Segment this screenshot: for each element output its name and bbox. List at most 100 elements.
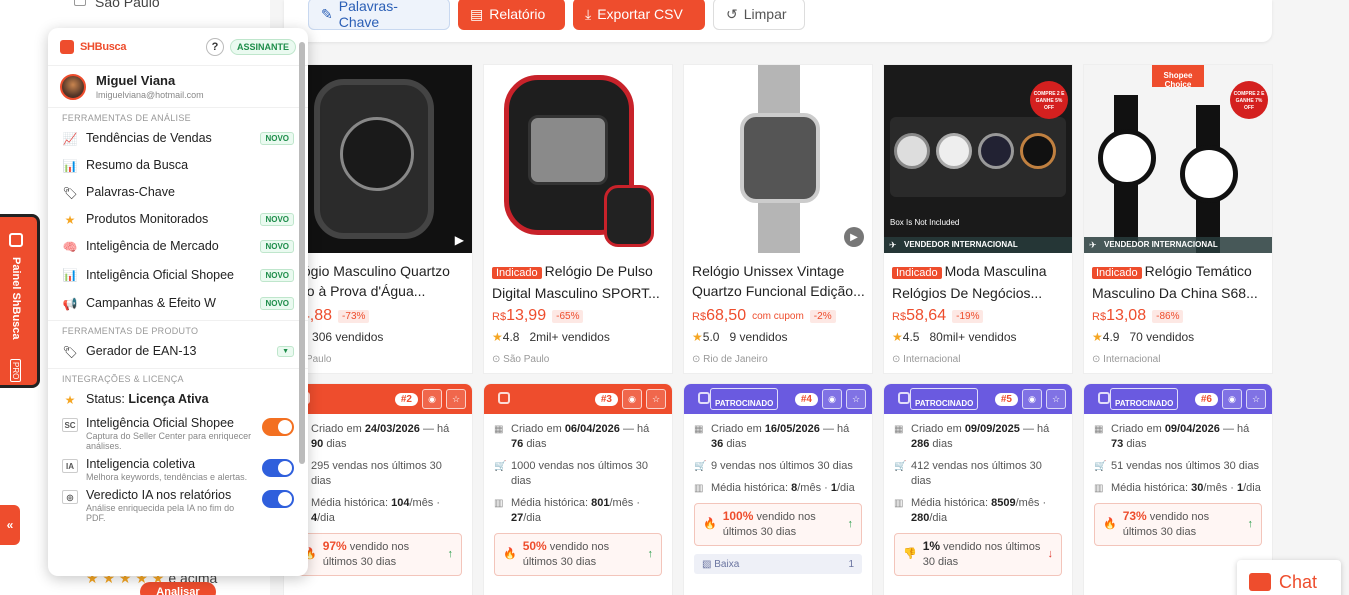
panel-item-label: Palavras-Chave	[86, 185, 175, 199]
panel-item-analysis[interactable]: 📊 Resumo da Busca	[48, 152, 308, 179]
coupon-label: com cupom	[752, 310, 804, 322]
report-button[interactable]: ▤ Relatório	[458, 0, 565, 30]
analyze-button[interactable]: Analisar	[140, 582, 216, 595]
avg-day: 27	[511, 512, 524, 524]
bag-icon	[898, 392, 910, 404]
sold-percentage: 50%	[522, 539, 547, 553]
day-label: /dia	[317, 512, 335, 524]
export-button-label: Exportar CSV	[597, 6, 683, 22]
new-badge: NOVO	[260, 268, 294, 282]
seller-icon[interactable]: ◉	[1022, 389, 1042, 409]
help-icon[interactable]: ?	[205, 37, 224, 56]
product-image[interactable]	[484, 65, 672, 253]
integration-toggle[interactable]	[262, 490, 294, 508]
favorite-star-icon[interactable]: ☆	[446, 389, 466, 409]
play-icon[interactable]: ▶	[844, 227, 864, 247]
product-card[interactable]: ▶ elógio Masculino Quartzo ovo à Prova d'…	[283, 64, 473, 374]
panel-item-analysis[interactable]: 📢 Campanhas & Efeito W NOVO	[48, 290, 308, 317]
panel-item-product[interactable]: 🏷 Gerador de EAN-13 ▼	[48, 338, 308, 365]
keywords-button[interactable]: ✎ Palavras-Chave	[308, 0, 450, 30]
panel-item-analysis[interactable]: 🧠 Inteligência de Mercado NOVO	[48, 233, 308, 260]
location-pin-icon: ⊙	[692, 354, 704, 365]
chart-icon: ▧	[702, 558, 715, 570]
days-label: dias	[932, 438, 953, 450]
integration-badge-icon: ◎	[62, 490, 78, 504]
arrow-up-icon: ↑	[647, 548, 654, 560]
collapse-button[interactable]: «	[0, 505, 20, 545]
product-title[interactable]: elógio Masculino Quartzo ovo à Prova d'Á…	[292, 261, 468, 301]
product-title-text: Relógio Unissex Vintage Quartzo Funciona…	[692, 263, 865, 299]
product-title[interactable]: Indicado Relógio Temático Masculino Da Ch…	[1092, 261, 1268, 301]
seller-icon[interactable]: ◉	[822, 389, 842, 409]
favorite-star-icon[interactable]: ☆	[1046, 389, 1066, 409]
favorite-star-icon[interactable]: ☆	[1246, 389, 1266, 409]
product-card[interactable]: COMPRE 2 E GANHE 7% OFF Shopee Choice VEND…	[1083, 64, 1273, 374]
panel-item-analysis[interactable]: 📊 Inteligência Oficial Shopee NOVO	[48, 260, 308, 290]
product-title[interactable]: Indicado Relógio De Pulso Digital Masculi…	[492, 261, 668, 301]
seller-icon[interactable]: ◉	[622, 389, 642, 409]
insight-card: PATROCINADO #4 ◉ ☆ ▦ Criado em 16/05/2026 — h…	[683, 383, 873, 595]
location-checkbox[interactable]	[74, 0, 86, 6]
new-badge: NOVO	[260, 132, 294, 145]
integration-toggle[interactable]	[262, 418, 294, 436]
product-card[interactable]: Box Is Not Included COMPRE 2 E GANHE 5% O…	[883, 64, 1073, 374]
ha-label: — há	[822, 423, 850, 435]
sold-percentage: 1%	[922, 539, 941, 553]
panel-item-analysis[interactable]: 📈 Tendências de Vendas NOVO	[48, 125, 308, 152]
integration-name: Inteligência Oficial Shopee	[86, 416, 235, 430]
integration-toggle[interactable]	[262, 459, 294, 477]
shbusca-logo-icon	[60, 39, 74, 54]
created-prefix: Criado em	[1111, 423, 1162, 435]
price-value: 58,64	[906, 307, 947, 324]
product-rating: ★4.9 70 vendidos	[1092, 330, 1194, 344]
sold-percentage: 100%	[722, 509, 754, 523]
section-analysis-title: FERRAMENTAS DE ANÁLISE	[62, 113, 191, 123]
product-image[interactable]: Box Is Not Included COMPRE 2 E GANHE 5% O…	[884, 65, 1072, 253]
panel-item-label: Inteligência de Mercado	[86, 239, 219, 253]
panel-item-analysis[interactable]: 🏷 Palavras-Chave	[48, 179, 308, 206]
tag-icon: 🏷	[62, 185, 78, 200]
product-price: R$58,64 -19%	[892, 307, 984, 325]
product-title[interactable]: Relógio Unissex Vintage Quartzo Funciona…	[692, 261, 868, 301]
status-label: Status:	[86, 392, 125, 406]
favorite-star-icon[interactable]: ☆	[846, 389, 866, 409]
panel-item-label: Inteligência Oficial Shopee	[86, 267, 235, 282]
sales-30d: 51 vendas nos últimos 30 dias	[1111, 460, 1259, 472]
product-image[interactable]: ▶	[284, 65, 472, 253]
user-name: Miguel Viana	[96, 73, 176, 88]
sales-30d: 9 vendas nos últimos 30 dias	[711, 460, 853, 472]
product-title[interactable]: Indicado Moda Masculina Relógios De Negóc…	[892, 261, 1068, 301]
sold-count: 2mil+ vendidos	[529, 330, 610, 344]
promo-badge: COMPRE 2 E GANHE 5% OFF	[1030, 81, 1068, 119]
pencil-icon: ✎	[321, 5, 333, 22]
panel-item-analysis[interactable]: ★ Produtos Monitorados NOVO	[48, 206, 308, 233]
cart-icon: 🛒	[494, 461, 507, 472]
seller-icon[interactable]: ◉	[422, 389, 442, 409]
product-image[interactable]: COMPRE 2 E GANHE 7% OFF Shopee Choice VEND…	[1084, 65, 1272, 253]
product-card[interactable]: ▶ Relógio Unissex Vintage Quartzo Funcion…	[683, 64, 873, 374]
insight-body: ▦Criado em 24/03/2026 — há 90 dias🛒295 v…	[284, 414, 472, 584]
integration-name: Veredicto IA nos relatórios	[86, 488, 232, 502]
play-icon[interactable]: ▶	[455, 233, 464, 247]
panel-side-tab[interactable]: Painel ShBusca PRO	[0, 214, 40, 388]
seller-icon[interactable]: ◉	[1222, 389, 1242, 409]
product-image[interactable]: ▶	[684, 65, 872, 253]
chevron-down-icon[interactable]: ▼	[277, 346, 294, 357]
user-email: lmiguelviana@hotmail.com	[96, 90, 204, 100]
star-icon: ★	[492, 330, 503, 344]
sales-30d: 412 vendas nos últimos 30 dias	[911, 460, 1042, 487]
product-rating: ★5.0 9 vendidos	[692, 330, 788, 344]
product-card[interactable]: Indicado Relógio De Pulso Digital Masculi…	[483, 64, 673, 374]
panel-item-label: Campanhas & Efeito W	[86, 296, 216, 310]
export-csv-button[interactable]: ⤓ Exportar CSV	[573, 0, 705, 30]
location-pin-icon: ⊙	[892, 354, 904, 365]
star-icon: ★	[1092, 330, 1103, 344]
panel-scrollbar[interactable]	[299, 42, 305, 464]
created-prefix: Criado em	[911, 423, 962, 435]
international-seller-badge: VENDEDOR INTERNACIONAL	[1084, 237, 1272, 253]
chat-label: Chat	[1279, 571, 1318, 592]
chat-button[interactable]: Chat	[1237, 560, 1341, 595]
product-rating: ★4.5 80mil+ vendidos	[892, 330, 1017, 344]
clear-button[interactable]: ↺ Limpar	[713, 0, 805, 30]
favorite-star-icon[interactable]: ☆	[646, 389, 666, 409]
